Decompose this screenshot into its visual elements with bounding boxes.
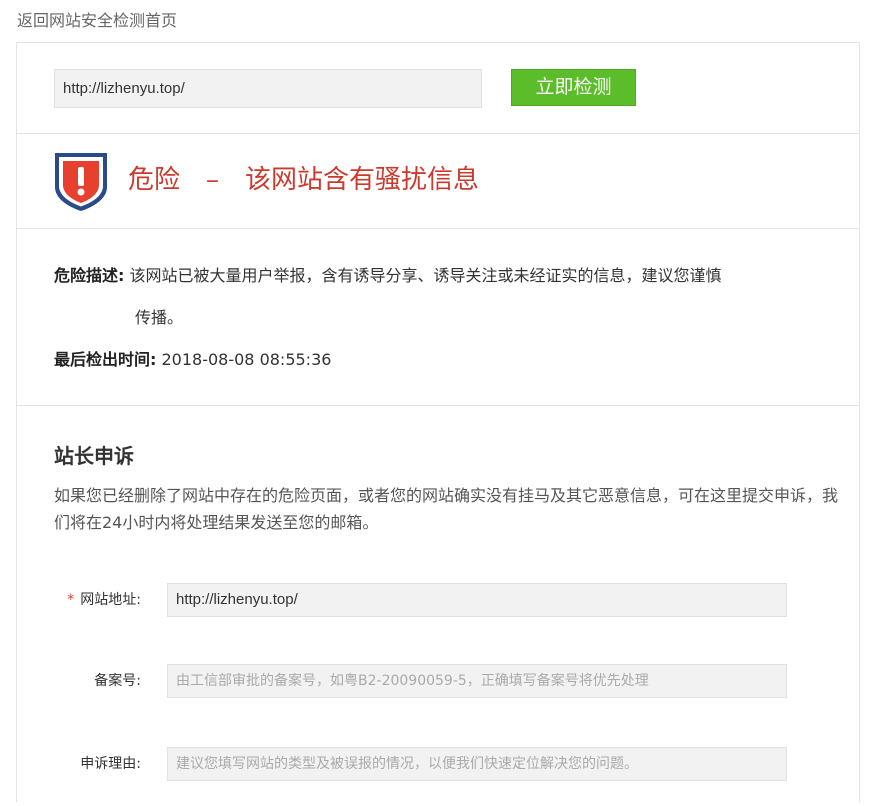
- time-value: 2018-08-08 08:55:36: [161, 350, 332, 369]
- appeal-title: 站长申诉: [54, 444, 134, 468]
- verdict-section: 危险 – 该网站含有骚扰信息: [17, 134, 859, 229]
- danger-shield-icon: [55, 153, 107, 211]
- appeal-section: 站长申诉 如果您已经删除了网站中存在的危险页面，或者您的网站确实没有挂马及其它恶…: [17, 406, 859, 806]
- url-input[interactable]: http://lizhenyu.top/: [54, 69, 482, 108]
- time-label: 最后检出时间:: [54, 350, 157, 369]
- reason-field-label: 申诉理由:: [80, 756, 141, 772]
- back-to-home-link[interactable]: 返回网站安全检测首页: [17, 10, 177, 32]
- verdict-message: 该网站含有骚扰信息: [245, 165, 480, 195]
- description-text: 该网站已被大量用户举报，含有诱导分享、诱导关注或未经证实的信息，建议您谨慎: [129, 266, 722, 285]
- search-section: http://lizhenyu.top/ 立即检测: [17, 43, 859, 134]
- description-text-continued: 传播。: [135, 308, 184, 327]
- url-field-label: * 网站地址:: [67, 583, 141, 617]
- appeal-description: 如果您已经删除了网站中存在的危险页面，或者您的网站确实没有挂马及其它恶意信息，可…: [54, 486, 839, 532]
- danger-description: 危险描述: 该网站已被大量用户举报，含有诱导分享、诱导关注或未经证实的信息，建议…: [54, 265, 794, 287]
- detail-section: 危险描述: 该网站已被大量用户举报，含有诱导分享、诱导关注或未经证实的信息，建议…: [17, 229, 859, 406]
- verdict-heading: 危险 – 该网站含有骚扰信息: [128, 160, 479, 200]
- verdict-level: 危险: [128, 165, 181, 195]
- icp-number-field[interactable]: 由工信部审批的备案号，如粤B2-20090059-5，正确填写备案号将优先处理: [167, 664, 787, 698]
- verdict-separator: –: [206, 165, 220, 195]
- icp-field-label: 备案号:: [94, 673, 141, 689]
- last-detected-time: 最后检出时间: 2018-08-08 08:55:36: [54, 349, 331, 371]
- detect-button[interactable]: 立即检测: [511, 69, 636, 106]
- required-mark: *: [67, 592, 75, 608]
- site-url-field[interactable]: http://lizhenyu.top/: [167, 583, 787, 617]
- form-row-url: * 网站地址: http://lizhenyu.top/: [17, 583, 859, 617]
- description-label: 危险描述:: [54, 266, 125, 285]
- appeal-reason-field[interactable]: 建议您填写网站的类型及被误报的情况，以便我们快速定位解决您的问题。: [167, 747, 787, 781]
- form-row-reason: 申诉理由: 建议您填写网站的类型及被误报的情况，以便我们快速定位解决您的问题。: [17, 747, 859, 781]
- main-panel: http://lizhenyu.top/ 立即检测 危险 – 该网站含有骚扰信息 危…: [16, 42, 860, 802]
- url-label-text: 网站地址:: [80, 592, 141, 608]
- form-row-icp: 备案号: 由工信部审批的备案号，如粤B2-20090059-5，正确填写备案号将…: [17, 664, 859, 698]
